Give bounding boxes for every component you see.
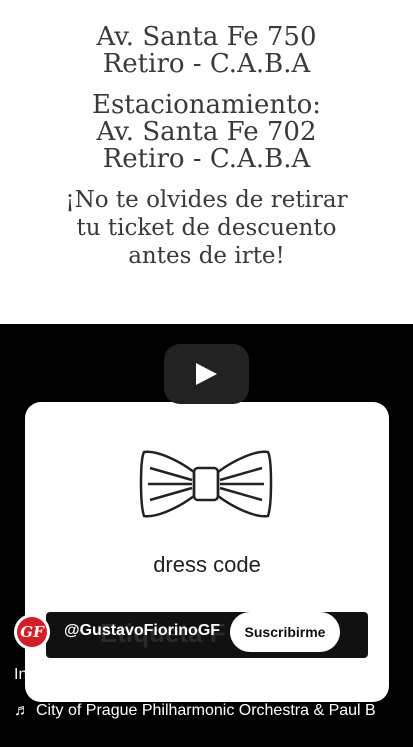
dress-code-label: dress code	[153, 552, 261, 577]
music-text: City of Prague Philharmonic Orchestra & …	[36, 702, 376, 719]
subscribe-button[interactable]: Suscribirme	[230, 612, 340, 652]
ticket-reminder: ¡No te olvides de retirar tu ticket de d…	[0, 186, 413, 270]
avatar-logo: GF	[17, 617, 47, 647]
bow-tie-icon	[139, 450, 273, 518]
reminder-line: ¡No te olvides de retirar	[65, 187, 348, 213]
parking-address: Av. Santa Fe 702	[96, 117, 317, 147]
music-note-icon: ♬	[14, 702, 30, 719]
address-line: Av. Santa Fe 750	[96, 22, 317, 52]
play-icon	[196, 363, 217, 385]
parking-city: Retiro - C.A.B.A	[102, 144, 311, 174]
channel-avatar[interactable]: GF	[14, 614, 50, 650]
music-info[interactable]: ♬ City of Prague Philharmonic Orchestra &…	[14, 702, 413, 720]
play-button[interactable]	[164, 344, 249, 404]
reminder-line: antes de irte!	[128, 243, 285, 269]
channel-name[interactable]: @GustavoFiorinoGF	[64, 622, 220, 640]
address-block: Av. Santa Fe 750 Retiro - C.A.B.A	[0, 24, 413, 78]
parking-block: Estacionamiento: Av. Santa Fe 702 Retiro…	[0, 92, 413, 173]
poster-image: Av. Santa Fe 750 Retiro - C.A.B.A Estaci…	[0, 0, 413, 324]
reminder-line: tu ticket de descuento	[76, 215, 337, 241]
address-city: Retiro - C.A.B.A	[102, 49, 311, 79]
parking-label: Estacionamiento:	[91, 90, 321, 120]
video-title[interactable]: Invitacion web	[14, 666, 115, 684]
